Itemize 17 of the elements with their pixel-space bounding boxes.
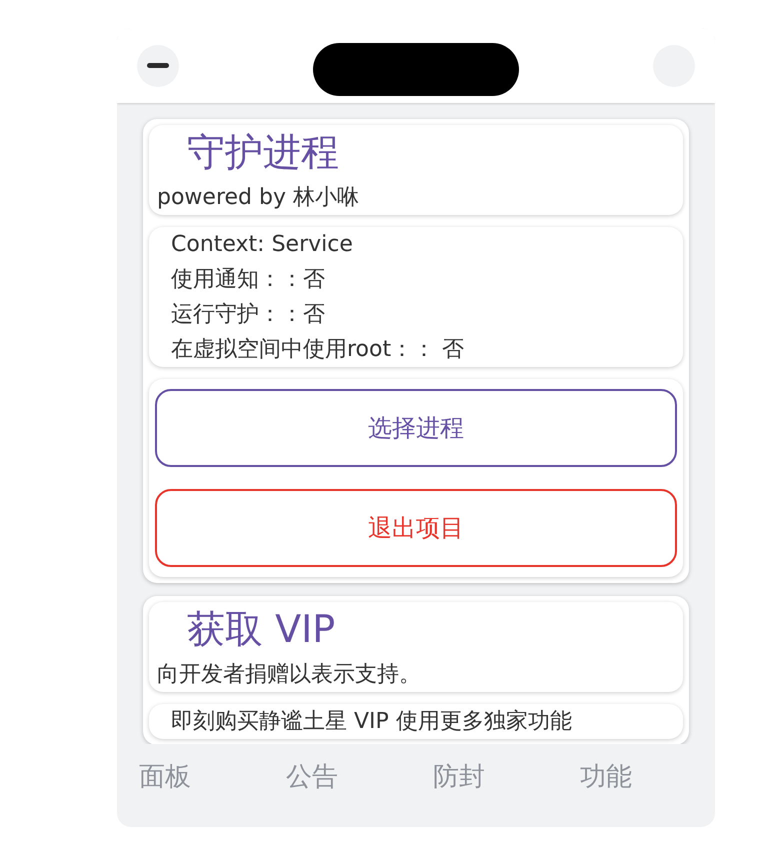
- action-button[interactable]: 退出项目: [155, 489, 677, 567]
- nav-tab[interactable]: 公告: [286, 760, 338, 794]
- card-subtitle: powered by 林小咻: [157, 184, 360, 212]
- info-line: 在虚拟空间中使用root：： 否: [171, 336, 466, 364]
- action-button[interactable]: 选择进程: [155, 389, 677, 467]
- info-line: 即刻购买静谧土星 VIP 使用更多独家功能: [171, 708, 573, 736]
- nav-tab[interactable]: 防封: [433, 760, 485, 794]
- nav-tab[interactable]: 功能: [580, 760, 632, 794]
- info-line: Context: Service: [171, 231, 354, 259]
- nav-tab[interactable]: 面板: [139, 760, 191, 794]
- card-subtitle: 向开发者捐赠以表示支持。: [157, 661, 422, 689]
- minus-icon: [147, 63, 169, 68]
- info-line: 运行守护：：否: [171, 301, 326, 329]
- card-title: 获取 VIP: [186, 606, 336, 652]
- minimize-button[interactable]: [137, 44, 179, 86]
- card-title: 守护进程: [186, 129, 340, 175]
- info-line: 使用通知：：否: [171, 266, 326, 294]
